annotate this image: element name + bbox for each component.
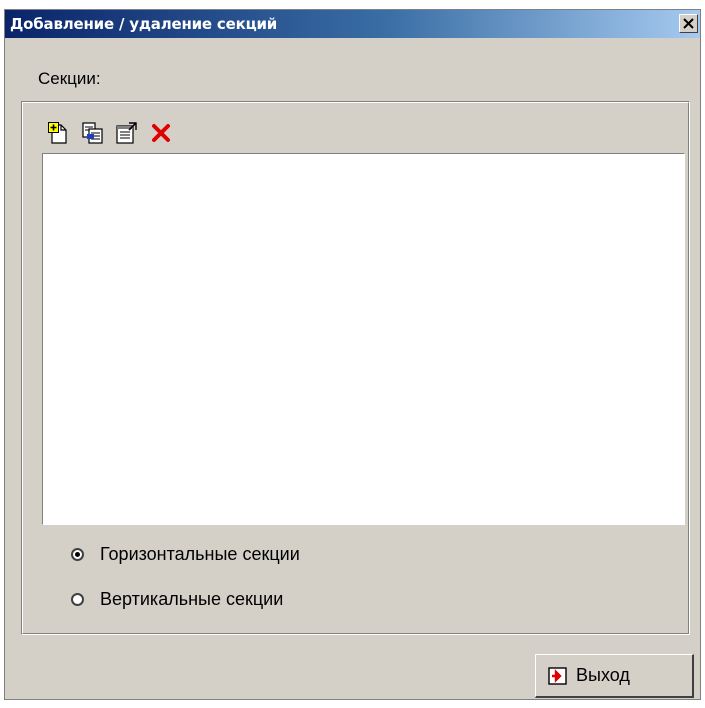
delete-icon xyxy=(151,124,170,142)
window-title: Добавление / удаление секций xyxy=(10,15,278,33)
close-icon xyxy=(683,18,694,29)
radio-horizontal[interactable]: Горизонтальные секции xyxy=(71,541,300,567)
copy-page-icon xyxy=(81,122,103,144)
radio-vertical[interactable]: Вертикальные секции xyxy=(71,586,283,612)
exit-icon xyxy=(548,666,567,685)
sections-toolbar xyxy=(42,116,222,152)
add-section-button[interactable] xyxy=(42,116,75,150)
title-bar[interactable]: Добавление / удаление секций xyxy=(5,10,700,38)
sections-dialog: Добавление / удаление секций Секции: Гор… xyxy=(4,9,701,700)
sections-label: Секции: xyxy=(38,69,101,88)
copy-section-button[interactable] xyxy=(76,116,109,150)
radio-label: Горизонтальные секции xyxy=(100,543,300,564)
radio-button-checked[interactable] xyxy=(71,547,84,561)
section-properties-button[interactable] xyxy=(110,116,143,150)
add-page-icon xyxy=(47,122,67,144)
delete-section-button[interactable] xyxy=(144,116,177,150)
exit-button[interactable]: Выход xyxy=(535,654,694,698)
sections-list[interactable] xyxy=(42,153,685,525)
close-button[interactable] xyxy=(679,14,698,33)
sections-group: Горизонтальные секции Вертикальные секци… xyxy=(21,101,690,635)
exit-button-label: Выход xyxy=(576,665,630,685)
radio-button-unchecked[interactable] xyxy=(71,592,84,606)
properties-icon xyxy=(115,122,137,144)
radio-label: Вертикальные секции xyxy=(100,588,284,609)
